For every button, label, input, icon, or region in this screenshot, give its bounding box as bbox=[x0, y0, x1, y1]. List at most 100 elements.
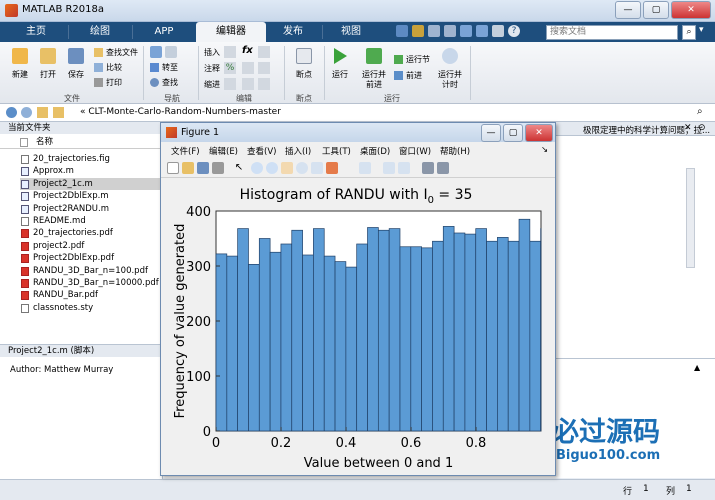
undo-icon[interactable] bbox=[460, 25, 472, 37]
file-list-item[interactable]: Project2DblExp.pdf bbox=[20, 252, 163, 264]
insert-section-icon[interactable] bbox=[224, 46, 236, 58]
current-path[interactable]: « CLT-Monte-Carlo-Random-Numbers-master bbox=[80, 107, 281, 117]
paste-icon[interactable] bbox=[444, 25, 456, 37]
run-icon[interactable] bbox=[332, 47, 348, 65]
file-list-item[interactable]: Project2DblExp.m bbox=[20, 190, 163, 202]
smart-indent-icon[interactable] bbox=[224, 78, 236, 90]
data-cursor-icon[interactable] bbox=[311, 162, 323, 174]
insert-table-icon[interactable] bbox=[258, 46, 270, 58]
menu-help[interactable]: 帮助(H) bbox=[440, 145, 470, 157]
zoom-out-icon[interactable] bbox=[266, 162, 278, 174]
menu-tools[interactable]: 工具(T) bbox=[322, 145, 351, 157]
help-icon[interactable]: ? bbox=[508, 25, 520, 37]
save-figure-icon[interactable] bbox=[197, 162, 209, 174]
run-time-button[interactable]: 运行并 计时 bbox=[432, 70, 468, 90]
legend-icon[interactable] bbox=[398, 162, 410, 174]
file-list-item[interactable]: RANDU_3D_Bar_n=10000.pdf bbox=[20, 277, 163, 289]
file-list-item[interactable]: 20_trajectories.fig bbox=[20, 153, 163, 165]
menu-insert[interactable]: 插入(I) bbox=[285, 145, 311, 157]
breakpoints-icon[interactable] bbox=[296, 48, 312, 64]
back-icon[interactable] bbox=[6, 107, 17, 118]
tab-apps[interactable]: APP bbox=[136, 22, 192, 42]
comment-button[interactable]: 注释 bbox=[204, 63, 220, 74]
fx-icon[interactable]: fx bbox=[242, 45, 253, 56]
find-button[interactable]: 查找 bbox=[150, 77, 198, 89]
cut-icon[interactable] bbox=[412, 25, 424, 37]
tab-editor[interactable]: 编辑器 bbox=[196, 22, 266, 42]
select-all-checkbox[interactable] bbox=[20, 138, 28, 147]
forward-arrow-icon[interactable] bbox=[165, 46, 177, 58]
figure-maximize-button[interactable]: ▢ bbox=[503, 124, 523, 142]
zoom-in-icon[interactable] bbox=[251, 162, 263, 174]
pan-icon[interactable] bbox=[281, 162, 293, 174]
pointer-icon[interactable]: ↖ bbox=[233, 162, 245, 174]
print-button[interactable]: 打印 bbox=[94, 77, 142, 89]
file-list-item[interactable]: classnotes.sty bbox=[20, 302, 163, 314]
address-search-icon[interactable]: ⌕ bbox=[697, 106, 703, 117]
indent-button[interactable]: 缩进 bbox=[204, 79, 220, 90]
maximize-button[interactable]: ▢ bbox=[643, 1, 669, 19]
file-list-item[interactable]: 20_trajectories.pdf bbox=[20, 227, 163, 239]
open-file-icon[interactable] bbox=[182, 162, 194, 174]
editor-menu-icon[interactable]: ⊙ bbox=[698, 123, 706, 133]
redo-icon[interactable] bbox=[476, 25, 488, 37]
link-plot-icon[interactable] bbox=[359, 162, 371, 174]
decrease-indent-icon[interactable] bbox=[258, 78, 270, 90]
figure-window[interactable]: Figure 1 — ▢ ✕ 文件(F) 编辑(E) 查看(V) 插入(I) 工… bbox=[160, 122, 556, 476]
save-icon[interactable] bbox=[396, 25, 408, 37]
switch-windows-icon[interactable] bbox=[492, 25, 504, 37]
breakpoints-button[interactable]: 断点 bbox=[288, 70, 320, 80]
search-input[interactable]: 搜索文档 bbox=[546, 25, 678, 40]
hide-plot-tools-icon[interactable] bbox=[422, 162, 434, 174]
minimize-button[interactable]: — bbox=[615, 1, 641, 19]
percent-comment-icon[interactable]: % bbox=[224, 62, 236, 74]
menu-file[interactable]: 文件(F) bbox=[171, 145, 200, 157]
run-time-icon[interactable] bbox=[442, 48, 458, 64]
brush-icon[interactable] bbox=[326, 162, 338, 174]
menu-dock-icon[interactable]: ↘ bbox=[541, 145, 548, 155]
file-list-item[interactable]: Project2RANDU.m bbox=[20, 203, 163, 215]
new-figure-icon[interactable] bbox=[167, 162, 179, 174]
file-list-item[interactable]: Project2_1c.m bbox=[20, 177, 163, 190]
browse-folder-icon[interactable] bbox=[53, 107, 64, 118]
colorbar-icon[interactable] bbox=[383, 162, 395, 174]
file-list-item[interactable]: README.md bbox=[20, 215, 163, 227]
insert-button[interactable]: 插入 bbox=[204, 47, 220, 58]
close-button[interactable]: ✕ bbox=[671, 1, 711, 19]
figure-minimize-button[interactable]: — bbox=[481, 124, 501, 142]
menu-window[interactable]: 窗口(W) bbox=[399, 145, 431, 157]
run-advance-icon[interactable] bbox=[366, 48, 382, 64]
open-folder-icon[interactable] bbox=[40, 48, 56, 64]
figure-close-button[interactable]: ✕ bbox=[525, 124, 553, 142]
file-list-item[interactable]: RANDU_3D_Bar_n=100.pdf bbox=[20, 265, 163, 277]
back-arrow-icon[interactable] bbox=[150, 46, 162, 58]
new-icon[interactable] bbox=[12, 48, 28, 64]
run-advance-button[interactable]: 运行并 前进 bbox=[356, 70, 392, 90]
save-file-icon[interactable] bbox=[68, 48, 84, 64]
uncomment-icon[interactable] bbox=[242, 62, 254, 74]
run-section-button[interactable]: 运行节 bbox=[394, 54, 438, 66]
command-scroll-up-icon[interactable]: ▲ bbox=[694, 363, 700, 372]
tab-home[interactable]: 主页 bbox=[8, 22, 64, 42]
file-list-item[interactable]: Approx.m bbox=[20, 165, 163, 177]
editor-scrollbar[interactable] bbox=[686, 168, 695, 268]
menu-edit[interactable]: 编辑(E) bbox=[209, 145, 238, 157]
show-plot-tools-icon[interactable] bbox=[437, 162, 449, 174]
rotate-icon[interactable] bbox=[296, 162, 308, 174]
find-files-button[interactable]: 查找文件 bbox=[94, 47, 142, 59]
editor-close-icon[interactable]: ✕ bbox=[684, 123, 692, 133]
goto-button[interactable]: 转至 bbox=[150, 62, 198, 74]
menu-view[interactable]: 查看(V) bbox=[247, 145, 276, 157]
ribbon-collapse-icon[interactable]: ▾ bbox=[699, 25, 711, 40]
print-figure-icon[interactable] bbox=[212, 162, 224, 174]
run-button[interactable]: 运行 bbox=[324, 70, 356, 80]
wrap-comments-icon[interactable] bbox=[258, 62, 270, 74]
increase-indent-icon[interactable] bbox=[242, 78, 254, 90]
forward-icon[interactable] bbox=[21, 107, 32, 118]
tab-publish[interactable]: 发布 bbox=[268, 22, 318, 42]
file-list-item[interactable]: project2.pdf bbox=[20, 240, 163, 252]
tab-plots[interactable]: 绘图 bbox=[72, 22, 128, 42]
menu-desktop[interactable]: 桌面(D) bbox=[360, 145, 390, 157]
up-folder-icon[interactable] bbox=[37, 107, 48, 118]
save-button[interactable]: 保存 bbox=[60, 70, 92, 80]
